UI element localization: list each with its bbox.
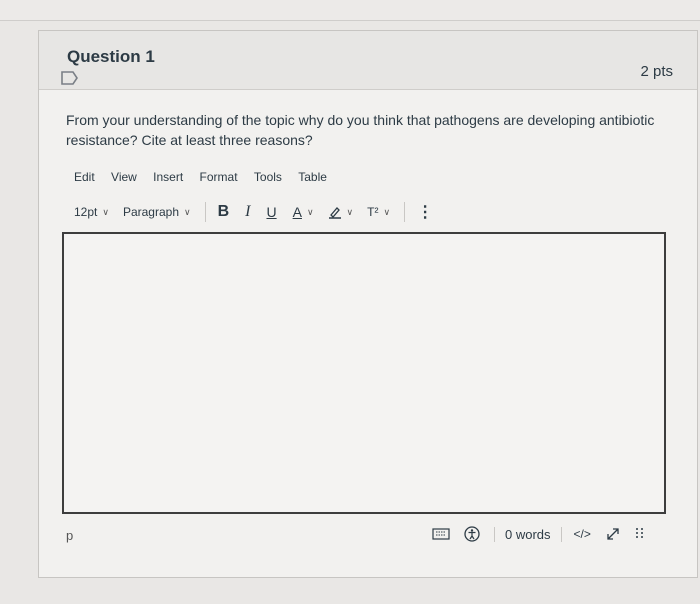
font-size-select[interactable]: 12pt ∨ xyxy=(74,205,109,219)
italic-button[interactable]: I xyxy=(245,203,250,221)
word-count: 0 words xyxy=(494,526,562,542)
chevron-down-icon: ∨ xyxy=(346,206,354,217)
html-editor-toggle[interactable]: </> xyxy=(574,527,591,541)
menu-format[interactable]: Format xyxy=(200,170,238,184)
chevron-down-icon: ∨ xyxy=(306,206,314,217)
question-title: Question 1 xyxy=(67,47,155,66)
highlight-color-button[interactable]: ∨ xyxy=(328,205,354,219)
underline-button[interactable]: U xyxy=(266,204,276,220)
chevron-down-icon: ∨ xyxy=(383,206,391,217)
fullscreen-icon[interactable] xyxy=(605,526,621,542)
toolbar-divider xyxy=(404,202,406,222)
font-size-value: 12pt xyxy=(74,205,98,219)
bold-button[interactable]: B xyxy=(218,203,230,221)
superscript-icon: T² xyxy=(367,205,379,219)
highlighter-icon xyxy=(328,207,341,219)
rich-text-editor-area[interactable] xyxy=(62,232,666,514)
keyboard-icon[interactable] xyxy=(432,527,450,541)
chevron-down-icon: ∨ xyxy=(184,206,191,217)
toolbar-divider xyxy=(204,202,206,222)
editor-toolbar: 12pt ∨ Paragraph ∨ B I U A ∨ ∨ T² ∨ ⋮ xyxy=(74,200,449,224)
menu-edit[interactable]: Edit xyxy=(74,170,95,184)
menu-insert[interactable]: Insert xyxy=(153,170,183,184)
menu-tools[interactable]: Tools xyxy=(254,170,282,184)
block-format-select[interactable]: Paragraph ∨ xyxy=(123,205,191,219)
question-points: 2 pts xyxy=(640,63,673,80)
resize-handle-icon[interactable] xyxy=(635,526,645,542)
top-strip xyxy=(0,0,700,21)
text-color-button[interactable]: A ∨ xyxy=(293,204,314,220)
editor-menubar: Edit View Insert Format Tools Table xyxy=(74,170,340,184)
statusbar-tools: 0 words </> xyxy=(432,526,659,542)
superscript-button[interactable]: T² ∨ xyxy=(367,205,390,219)
block-format-value: Paragraph xyxy=(122,205,179,219)
accessibility-icon[interactable] xyxy=(464,526,480,542)
text-color-icon: A xyxy=(292,204,302,220)
element-path: p xyxy=(66,528,74,543)
question-prompt: From your understanding of the topic why… xyxy=(66,112,655,148)
menu-table[interactable]: Table xyxy=(298,170,327,184)
chevron-down-icon: ∨ xyxy=(102,206,109,217)
more-options-icon[interactable]: ⋮ xyxy=(417,202,433,222)
bookmark-flag-icon[interactable] xyxy=(61,71,79,85)
question-header: Question 1 2 pts xyxy=(39,31,697,90)
menu-view[interactable]: View xyxy=(111,170,137,184)
editor-statusbar: p 0 words </> xyxy=(0,524,700,552)
